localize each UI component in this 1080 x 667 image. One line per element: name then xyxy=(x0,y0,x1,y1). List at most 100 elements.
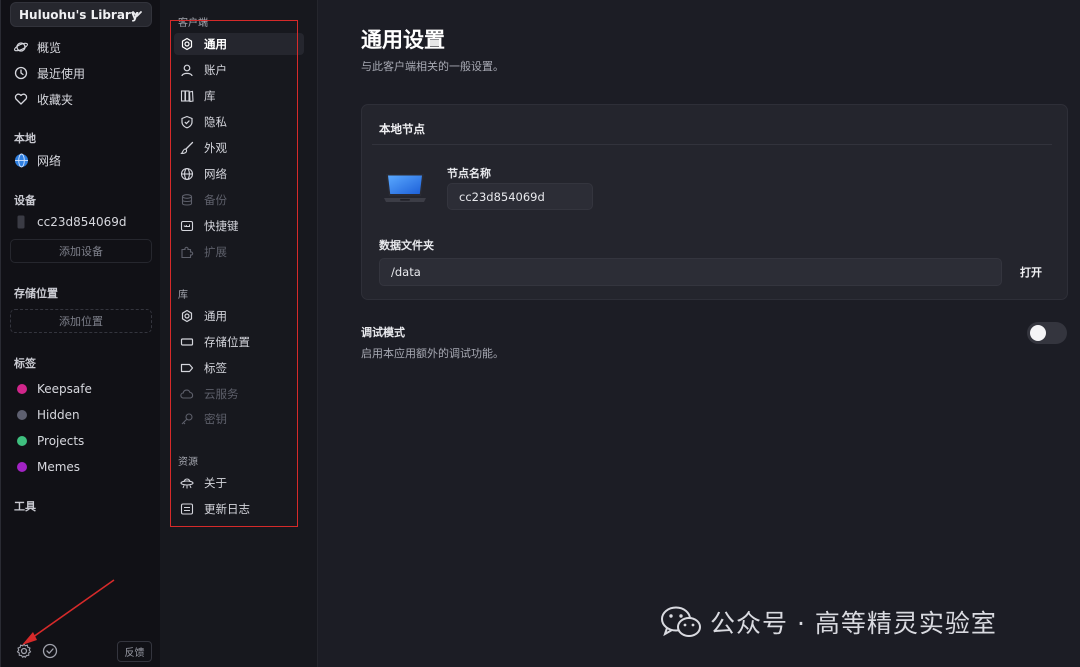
clock-icon xyxy=(13,65,29,81)
settings-tab-extensions[interactable]: 扩展 xyxy=(174,241,304,263)
settings-tab-tags[interactable]: 标签 xyxy=(174,357,304,379)
nav-heading-client: 客户端 xyxy=(178,18,208,29)
data-folder-label: 数据文件夹 xyxy=(379,239,434,252)
node-name-input[interactable]: cc23d854069d xyxy=(447,183,593,210)
nav-item-label: 账户 xyxy=(204,63,227,77)
keyboard-icon xyxy=(180,219,194,233)
settings-tab-changelog[interactable]: 更新日志 xyxy=(174,498,304,520)
sidebar-item-label: 概览 xyxy=(37,40,62,55)
globe-icon xyxy=(180,167,194,181)
open-folder-button[interactable]: 打开 xyxy=(1011,261,1051,283)
nav-item-label: 外观 xyxy=(204,141,227,155)
shield-icon xyxy=(180,115,194,129)
sidebar-tag-item[interactable]: Hidden xyxy=(13,405,80,425)
nav-item-label: 通用 xyxy=(204,37,227,51)
nav-heading-library: 库 xyxy=(178,290,188,301)
nav-item-label: 通用 xyxy=(204,309,227,323)
sidebar: Huluohu's Library 概览 最近使用 收藏夹 本地 网络 设备 c… xyxy=(0,0,160,667)
divider xyxy=(372,144,1052,145)
sidebar-item-network[interactable]: 网络 xyxy=(13,150,61,170)
settings-tab-about[interactable]: 关于 xyxy=(174,472,304,494)
sidebar-item-label: 网络 xyxy=(37,153,62,168)
add-device-button[interactable]: 添加设备 xyxy=(10,239,152,263)
gear-icon xyxy=(180,37,194,51)
tag-color-dot xyxy=(17,384,27,394)
sidebar-item-recent[interactable]: 最近使用 xyxy=(13,63,85,83)
tag-color-dot xyxy=(17,410,27,420)
books-icon xyxy=(180,89,194,103)
settings-tab-network[interactable]: 网络 xyxy=(174,163,304,185)
settings-tab-backup[interactable]: 备份 xyxy=(174,189,304,211)
drive-icon xyxy=(180,335,194,349)
settings-tab-privacy[interactable]: 隐私 xyxy=(174,111,304,133)
tag-label: Projects xyxy=(37,434,85,448)
sidebar-tag-item[interactable]: Memes xyxy=(13,457,80,477)
wechat-icon xyxy=(661,606,701,637)
heart-icon xyxy=(13,91,29,107)
gear-icon xyxy=(180,309,194,323)
nav-item-label: 云服务 xyxy=(204,387,239,401)
laptop-icon xyxy=(384,174,426,202)
tag-color-dot xyxy=(17,462,27,472)
toggle-knob xyxy=(1030,325,1046,341)
watermark: 公众号 · 高等精灵实验室 xyxy=(660,604,997,640)
debug-mode-toggle[interactable] xyxy=(1027,322,1067,344)
chevron-down-icon xyxy=(132,11,142,17)
puzzle-icon xyxy=(180,245,194,259)
nav-item-label: 标签 xyxy=(204,361,227,375)
nav-item-label: 扩展 xyxy=(204,245,227,259)
section-heading-local: 本地 xyxy=(14,132,36,145)
settings-tab-shortcuts[interactable]: 快捷键 xyxy=(174,215,304,237)
key-icon xyxy=(180,412,194,426)
planet-icon xyxy=(13,39,29,55)
library-switcher[interactable]: Huluohu's Library xyxy=(10,2,152,27)
page-title: 通用设置 xyxy=(361,28,445,52)
settings-tab-locations[interactable]: 存储位置 xyxy=(174,331,304,353)
section-heading-tags: 标签 xyxy=(14,357,36,370)
tag-icon xyxy=(180,361,194,375)
nav-item-label: 备份 xyxy=(204,193,227,207)
gear-icon[interactable] xyxy=(15,642,33,660)
sidebar-tag-item[interactable]: Projects xyxy=(13,431,84,451)
settings-tab-cloud[interactable]: 云服务 xyxy=(174,383,304,405)
library-name: Huluohu's Library xyxy=(19,7,139,22)
sidebar-item-favorites[interactable]: 收藏夹 xyxy=(13,89,73,109)
page-subtitle: 与此客户端相关的一般设置。 xyxy=(361,60,504,73)
cloud-icon xyxy=(180,387,194,401)
ufo-icon xyxy=(180,476,194,490)
nav-item-label: 快捷键 xyxy=(204,219,239,233)
nav-item-label: 密钥 xyxy=(204,412,227,426)
nav-item-label: 关于 xyxy=(204,476,227,490)
changelog-icon xyxy=(180,502,194,516)
settings-tab-keys[interactable]: 密钥 xyxy=(174,408,304,430)
phone-icon xyxy=(13,214,29,230)
settings-tab-general[interactable]: 通用 xyxy=(174,33,304,55)
settings-tab-library-general[interactable]: 通用 xyxy=(174,305,304,327)
debug-mode-desc: 启用本应用额外的调试功能。 xyxy=(361,347,504,360)
tag-label: Hidden xyxy=(37,408,80,422)
section-heading-devices: 设备 xyxy=(14,194,36,207)
tag-label: Memes xyxy=(37,460,81,474)
user-icon xyxy=(180,63,194,77)
check-circle-icon[interactable] xyxy=(41,642,59,660)
sidebar-item-label: 收藏夹 xyxy=(37,92,74,107)
main-content xyxy=(318,0,1080,667)
settings-tab-appearance[interactable]: 外观 xyxy=(174,137,304,159)
sidebar-item-overview[interactable]: 概览 xyxy=(13,37,61,57)
watermark-text: 公众号 · 高等精灵实验室 xyxy=(710,609,997,638)
sidebar-tag-item[interactable]: Keepsafe xyxy=(13,379,92,399)
nav-item-label: 存储位置 xyxy=(204,335,250,349)
tag-label: Keepsafe xyxy=(37,382,92,396)
database-icon xyxy=(180,193,194,207)
device-name: cc23d854069d xyxy=(37,215,127,229)
nav-heading-resources: 资源 xyxy=(178,457,198,468)
debug-mode-title: 调试模式 xyxy=(361,326,405,339)
data-folder-input[interactable]: /data xyxy=(379,258,1002,286)
nav-item-label: 网络 xyxy=(204,167,227,181)
sidebar-item-device[interactable]: cc23d854069d xyxy=(13,212,127,232)
settings-tab-library[interactable]: 库 xyxy=(174,85,304,107)
feedback-button[interactable]: 反馈 xyxy=(117,641,152,662)
card-title: 本地节点 xyxy=(379,122,425,136)
settings-tab-account[interactable]: 账户 xyxy=(174,59,304,81)
add-location-button[interactable]: 添加位置 xyxy=(10,309,152,333)
